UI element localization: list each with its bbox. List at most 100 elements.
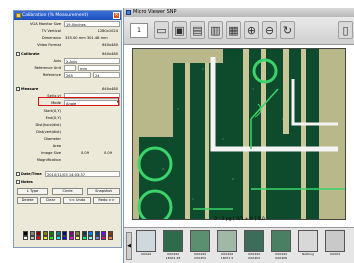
toolbar-combo[interactable]: 1 [130, 23, 148, 38]
thumbnail[interactable] [271, 230, 291, 252]
palette-swatch[interactable] [36, 236, 41, 240]
end-label: End(X,Y) [45, 116, 61, 120]
reference-input-2[interactable]: 24 [93, 72, 120, 78]
date-time-checkbox[interactable] [16, 172, 20, 176]
palette-swatch[interactable] [62, 236, 67, 240]
vga-monitor-size-select[interactable]: 19.0inches [64, 21, 120, 27]
image-size-value-2: 0.09 [103, 151, 112, 155]
axis-row: Axis X-Axis [15, 58, 121, 64]
dimension-row: Dimension 335.00 mm 301.48 mm [15, 35, 121, 41]
measure-checkbox[interactable] [16, 85, 20, 91]
image-caption: 0 - 1 pg [ 0/1 + 0 ] 0.0 [214, 217, 265, 222]
image-size-value-1: 0.09 [80, 151, 89, 155]
thumbnail-label: XXX04 [330, 252, 340, 256]
redo-button[interactable]: Redo >> [93, 197, 120, 204]
date-time-value[interactable]: 2010/11/03 14:03:37 [45, 171, 120, 177]
toolbar: 1 ▭ ▣ ▤ ▥ ▦ ⊕ ⊖ ↻ ▯ [124, 17, 354, 45]
video-format-label: Video Format [37, 43, 61, 47]
palette-swatch[interactable] [81, 236, 87, 240]
thumbnail[interactable] [325, 230, 345, 252]
palette-swatch[interactable] [107, 236, 113, 240]
zoom-in-icon[interactable]: ⊕ [244, 21, 259, 39]
thumbnail[interactable] [190, 230, 210, 252]
circle-button[interactable]: Circle [52, 188, 83, 195]
measure-row: Measure 640x480 [15, 85, 121, 92]
dist-horz-row: Dist(horz/dist) [15, 122, 121, 128]
chevron-left-icon[interactable]: ◀ [126, 232, 132, 260]
axis-select[interactable]: X-Axis [64, 58, 120, 64]
date-time-row: Date/Time 2010/11/03 14:03:37 [15, 171, 121, 177]
print-icon[interactable]: ▤ [190, 21, 205, 39]
tv-vertical-label: TV Vertical [41, 29, 61, 33]
dimension-label: Dimension [41, 36, 61, 40]
palette-swatch[interactable] [23, 236, 28, 240]
measure-label: Measure [21, 87, 39, 91]
tv-vertical-value: 1280x1024 [97, 29, 118, 33]
palette-swatch[interactable] [55, 236, 61, 240]
thumbnail-label: XXX444 XXX454 [194, 252, 206, 260]
image-size-label: Image Size [41, 151, 61, 155]
viewer-titlebar: Micro Viewer SNP [124, 8, 354, 17]
palette-swatch[interactable] [88, 236, 93, 240]
vga-monitor-size-row: VGA Monitor Size 19.0inches [15, 21, 121, 27]
close-icon[interactable]: × [113, 12, 120, 19]
delete-icon[interactable]: ▥ [208, 21, 223, 39]
notes-row: Notes [15, 179, 121, 185]
video-format-row: Video Format 640x480 [15, 42, 121, 48]
thumbnail-label: Nothing [302, 252, 314, 256]
thumbnail[interactable] [136, 230, 156, 252]
palette-swatch[interactable] [68, 236, 74, 240]
reference-label: Reference [42, 73, 61, 77]
save-icon[interactable]: ▣ [172, 21, 187, 39]
rotate-icon[interactable]: ↻ [280, 21, 295, 39]
thumbnail[interactable] [217, 230, 237, 252]
snapshot-button[interactable]: Snapshot [87, 188, 120, 195]
palette-swatch[interactable] [42, 236, 48, 240]
snapshot-icon[interactable]: ▦ [226, 21, 241, 39]
reference-row: Reference 265 24 [15, 72, 121, 78]
thumbnail-label: XXX444 XXX408 [275, 252, 287, 260]
thumbnail-strip: ◀ XXX44 XXX444 180X1 48 XXX444 XXX454 XXX44… [124, 227, 354, 263]
microscope-image[interactable] [132, 48, 346, 220]
reference-unit-select[interactable]: mm [78, 65, 120, 71]
thumbnail[interactable] [298, 230, 318, 252]
color-palette [15, 229, 121, 241]
notes-label: Notes [21, 180, 33, 184]
dimension-value: 335.00 mm 301.48 mm [65, 36, 108, 40]
thumbnail-label: XXX444 18071 9 [220, 252, 234, 260]
folder-open-icon[interactable]: ▭ [154, 21, 169, 39]
window-icon[interactable]: ▯ [338, 21, 353, 39]
dist-vert-row: Dist(vert/dist) [15, 129, 121, 135]
calibrate-row: Calibrate 640x480 [15, 51, 121, 57]
delete-button[interactable]: Delete [17, 197, 38, 204]
button-row-1: L Type Circle Snapshot [15, 188, 121, 195]
image-size-row: Image Size 0.09 0.09 [15, 150, 121, 156]
clear-button[interactable]: Clear [40, 197, 61, 204]
mode-highlight-box [38, 97, 119, 106]
undo-button[interactable]: << Undo [63, 197, 91, 204]
reference-input-1[interactable]: 265 [64, 72, 91, 78]
notes-checkbox[interactable] [16, 180, 20, 184]
calibrate-checkbox[interactable] [16, 52, 20, 56]
app-icon [126, 10, 131, 15]
palette-swatch[interactable] [94, 236, 100, 240]
zoom-out-icon[interactable]: ⊖ [262, 21, 277, 39]
magnification-row: Magnification [15, 157, 121, 163]
palette-swatch[interactable] [49, 236, 54, 240]
thumbnail[interactable] [163, 230, 183, 252]
palette-swatch[interactable] [101, 236, 106, 240]
calibration-titlebar: Calibration (% Measurement) × [14, 11, 121, 20]
palette-swatch[interactable] [75, 236, 80, 240]
thumbnail[interactable] [244, 230, 264, 252]
area-label: Area [52, 144, 61, 148]
thumbnail-label: XXX444 XXX404 [248, 252, 260, 260]
calibration-title: Calibration (% Measurement) [22, 13, 89, 18]
reference-unit-row: Reference Unit mm [15, 65, 121, 71]
reference-unit-num[interactable] [64, 65, 76, 71]
thumbnail-label: XXX444 180X1 48 [165, 252, 181, 260]
start-row: Start(X,Y) [15, 108, 121, 114]
date-time-label: Date/Time [21, 172, 42, 176]
l-type-button[interactable]: L Type [17, 188, 48, 195]
palette-swatch[interactable] [29, 236, 35, 240]
dist-horz-label: Dist(horz/dist) [35, 123, 61, 127]
